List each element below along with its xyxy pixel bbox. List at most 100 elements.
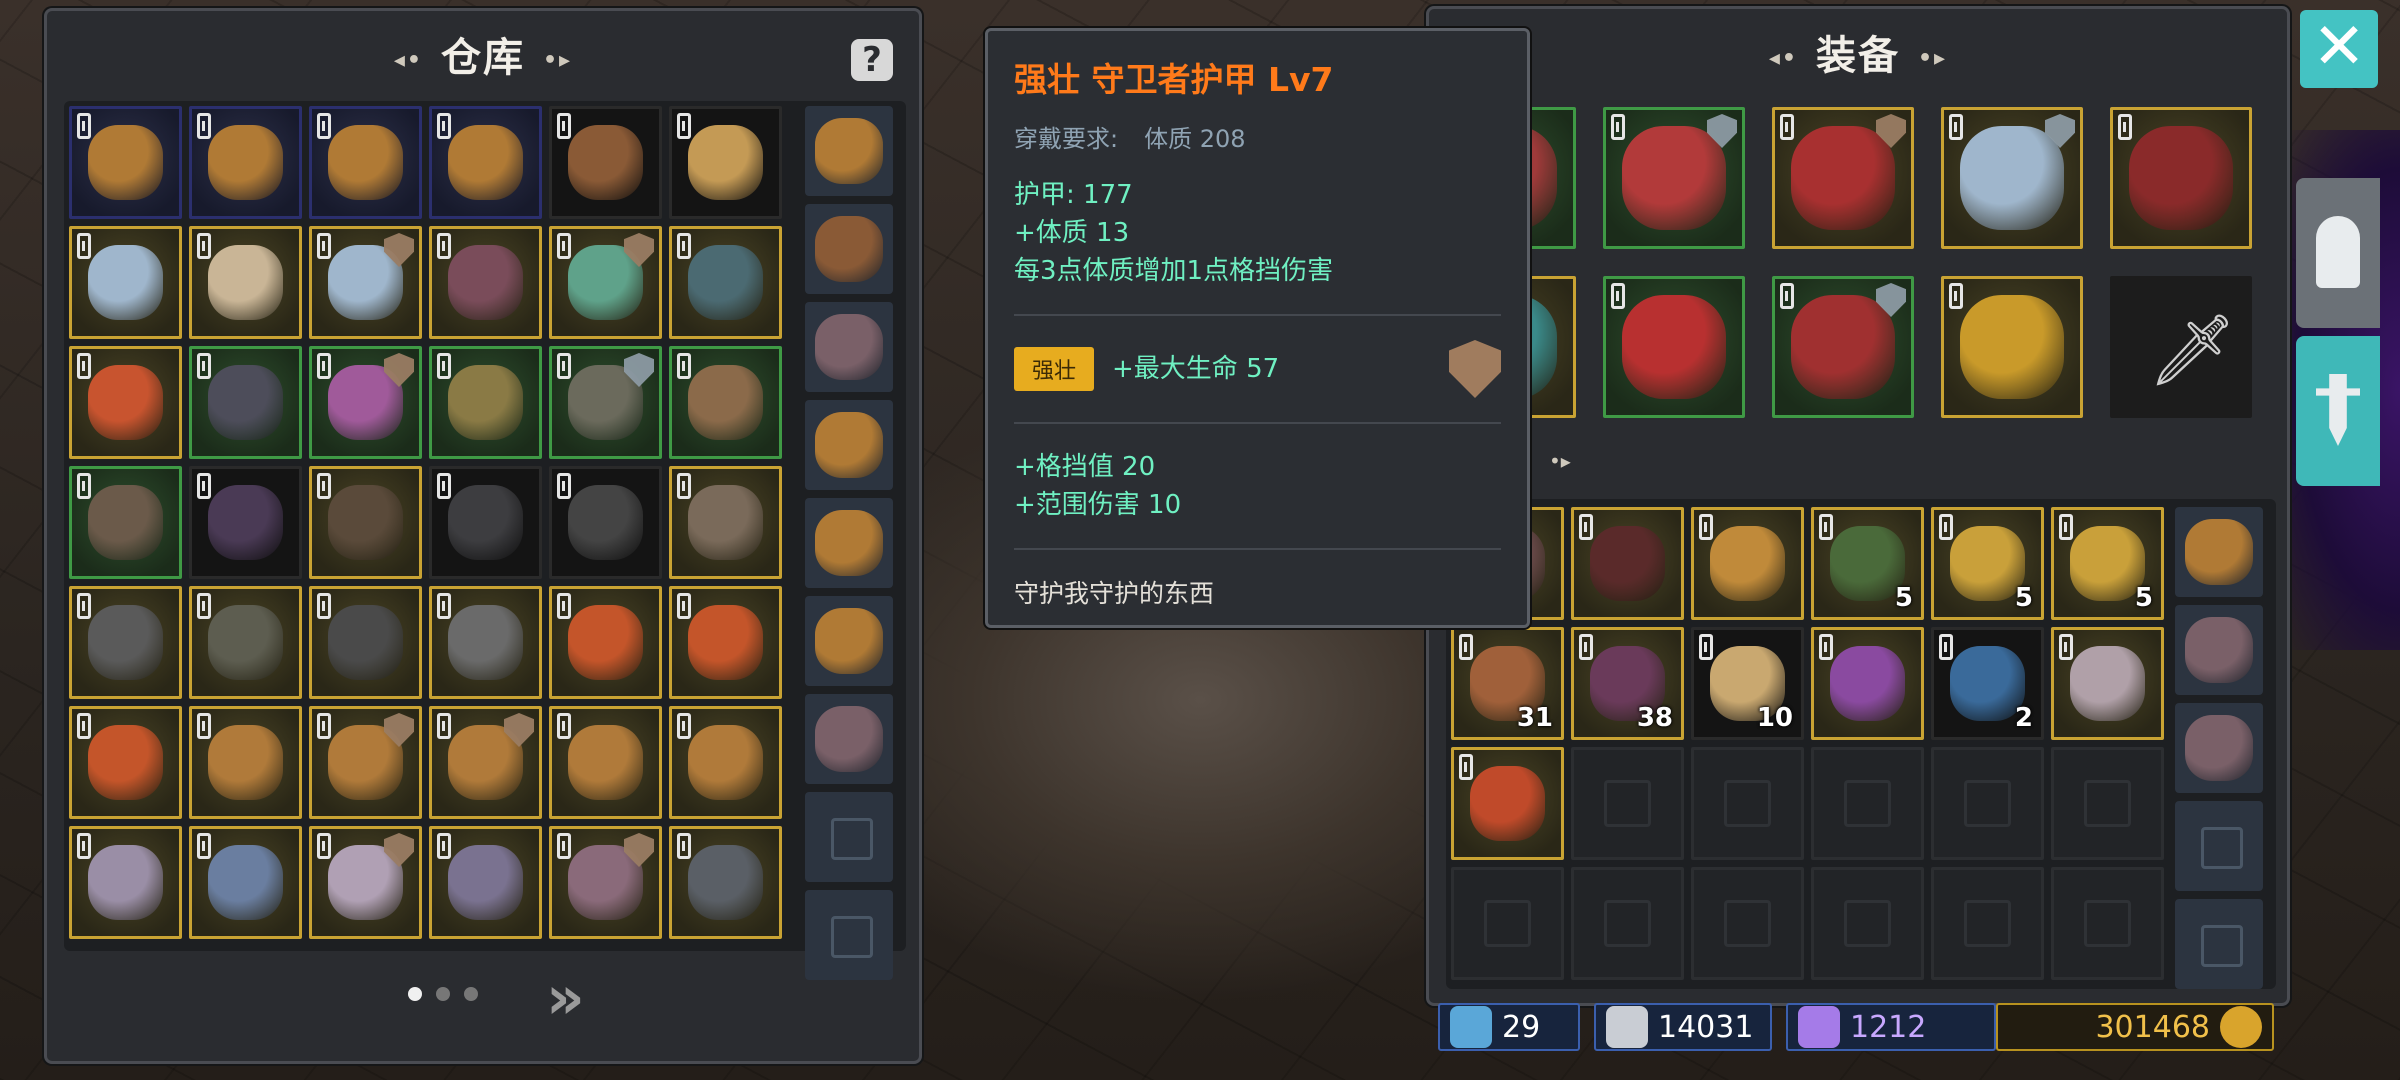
inventory-slot[interactable] — [429, 706, 542, 819]
inventory-slot[interactable] — [549, 826, 662, 939]
inventory-slot[interactable] — [669, 826, 782, 939]
inventory-slot[interactable] — [1772, 276, 1914, 418]
inventory-slot[interactable] — [309, 466, 422, 579]
inventory-slot[interactable] — [2051, 747, 2164, 860]
inventory-slot[interactable] — [69, 466, 182, 579]
item-icon — [1622, 295, 1726, 399]
bag-tab[interactable] — [805, 596, 893, 686]
inventory-slot[interactable]: 5 — [2051, 507, 2164, 620]
armor-stat: 护甲: 177 — [1014, 180, 1133, 210]
inventory-slot[interactable]: 10 — [1691, 627, 1804, 740]
inventory-slot[interactable] — [69, 586, 182, 699]
bag-icon — [2185, 715, 2253, 781]
inventory-slot[interactable] — [69, 706, 182, 819]
inventory-slot[interactable] — [549, 586, 662, 699]
inventory-slot[interactable] — [1451, 747, 1564, 860]
inventory-slot[interactable]: 31 — [1451, 627, 1564, 740]
bag-tab[interactable] — [805, 792, 893, 882]
inventory-slot[interactable] — [309, 106, 422, 219]
inventory-slot[interactable] — [1571, 747, 1684, 860]
inventory-slot[interactable] — [549, 466, 662, 579]
inventory-slot[interactable] — [309, 706, 422, 819]
inventory-slot[interactable] — [189, 826, 302, 939]
inventory-slot[interactable] — [669, 586, 782, 699]
bag-tab[interactable] — [2175, 899, 2263, 989]
bag-tab[interactable] — [2175, 703, 2263, 793]
bag-tab[interactable] — [805, 302, 893, 392]
page-dot-2[interactable] — [436, 987, 450, 1001]
inventory-slot[interactable] — [2110, 107, 2252, 249]
inventory-slot[interactable] — [189, 466, 302, 579]
inventory-slot[interactable] — [429, 226, 542, 339]
inventory-slot[interactable] — [309, 346, 422, 459]
inventory-slot[interactable] — [429, 106, 542, 219]
inventory-slot[interactable] — [2051, 627, 2164, 740]
inventory-slot[interactable] — [429, 586, 542, 699]
bag-tab[interactable] — [805, 204, 893, 294]
bag-tab[interactable] — [805, 400, 893, 490]
inventory-slot[interactable] — [429, 826, 542, 939]
inventory-slot[interactable]: 🗡 — [2110, 276, 2252, 418]
bag-tab[interactable] — [805, 498, 893, 588]
page-dot-3[interactable] — [464, 987, 478, 1001]
inventory-slot[interactable] — [549, 106, 662, 219]
bag-tab[interactable] — [2175, 801, 2263, 891]
inventory-slot[interactable]: 38 — [1571, 627, 1684, 740]
inventory-slot[interactable] — [189, 586, 302, 699]
page-dot-1[interactable] — [408, 987, 422, 1001]
inventory-slot[interactable] — [69, 106, 182, 219]
inventory-slot[interactable] — [1603, 107, 1745, 249]
inventory-slot[interactable] — [1811, 627, 1924, 740]
inventory-slot[interactable] — [669, 106, 782, 219]
inventory-slot[interactable] — [1571, 867, 1684, 980]
inventory-slot[interactable] — [429, 466, 542, 579]
inventory-slot[interactable] — [1691, 867, 1804, 980]
inventory-slot[interactable] — [1811, 867, 1924, 980]
inventory-slot[interactable] — [69, 226, 182, 339]
inventory-slot[interactable]: 5 — [1931, 507, 2044, 620]
close-button[interactable]: ✕ — [2300, 10, 2378, 88]
inventory-slot[interactable] — [189, 226, 302, 339]
inventory-slot[interactable] — [69, 826, 182, 939]
inventory-slot[interactable]: 2 — [1931, 627, 2044, 740]
inventory-slot[interactable] — [189, 106, 302, 219]
inventory-slot[interactable] — [669, 226, 782, 339]
inventory-slot[interactable] — [549, 226, 662, 339]
inventory-slot[interactable] — [1941, 107, 2083, 249]
inventory-slot[interactable] — [309, 826, 422, 939]
tab-weapons[interactable] — [2296, 336, 2380, 486]
inventory-slot[interactable] — [1603, 276, 1745, 418]
inventory-slot[interactable] — [189, 706, 302, 819]
inventory-slot[interactable] — [189, 346, 302, 459]
lock-icon — [1459, 754, 1473, 780]
inventory-slot[interactable] — [669, 466, 782, 579]
inventory-slot[interactable] — [549, 346, 662, 459]
inventory-slot[interactable] — [1451, 867, 1564, 980]
inventory-slot[interactable] — [2051, 867, 2164, 980]
bag-tab[interactable] — [805, 890, 893, 980]
inventory-slot[interactable] — [1691, 507, 1804, 620]
inventory-slot[interactable] — [309, 586, 422, 699]
inventory-slot[interactable] — [669, 706, 782, 819]
bag-tab[interactable] — [805, 694, 893, 784]
inventory-slot[interactable] — [69, 346, 182, 459]
inventory-slot[interactable]: 5 — [1811, 507, 1924, 620]
inventory-slot[interactable] — [429, 346, 542, 459]
inventory-slot[interactable] — [1931, 747, 2044, 860]
bag-tab[interactable] — [2175, 507, 2263, 597]
help-button[interactable]: ? — [851, 39, 893, 81]
inventory-slot[interactable] — [1931, 867, 2044, 980]
inventory-slot[interactable] — [309, 226, 422, 339]
bag-tab[interactable] — [805, 106, 893, 196]
inventory-slot[interactable] — [1772, 107, 1914, 249]
inventory-slot[interactable] — [1571, 507, 1684, 620]
next-page-button[interactable]: » — [546, 963, 585, 1033]
bag-tab-column — [2175, 507, 2263, 989]
inventory-slot[interactable] — [549, 706, 662, 819]
inventory-slot[interactable] — [1811, 747, 1924, 860]
inventory-slot[interactable] — [1691, 747, 1804, 860]
inventory-slot[interactable] — [1941, 276, 2083, 418]
inventory-slot[interactable] — [669, 346, 782, 459]
tab-helmet[interactable] — [2296, 178, 2380, 328]
bag-tab[interactable] — [2175, 605, 2263, 695]
